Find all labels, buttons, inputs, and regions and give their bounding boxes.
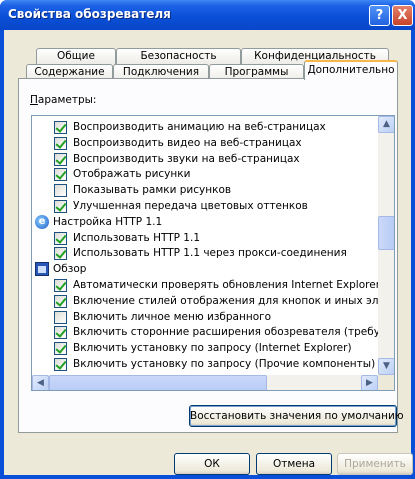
settings-option-label: Улучшенная передача цветовых оттенков	[73, 200, 308, 212]
vertical-scroll-thumb[interactable]	[378, 216, 394, 250]
restore-defaults-button[interactable]: Восстановить значения по умолчанию	[189, 405, 404, 427]
settings-option-label: Воспроизводить анимацию на веб-страницах	[73, 121, 326, 133]
settings-option-label: Включение стилей отображения для кнопок …	[73, 294, 395, 307]
settings-option-label: Использовать HTTP 1.1 через прокси-соеди…	[73, 247, 347, 260]
horizontal-scrollbar[interactable]: ◀ ▶	[32, 375, 378, 390]
settings-option-label: Включить установку по запросу (Прочие ко…	[73, 358, 376, 370]
browse-window-icon	[35, 262, 49, 277]
cancel-button[interactable]: Отмена	[256, 453, 332, 475]
scroll-up-button[interactable]: ▲	[378, 116, 394, 133]
horizontal-scroll-thumb[interactable]	[49, 375, 267, 390]
close-button[interactable]: X	[392, 5, 413, 26]
settings-option-label: Отображать рисунки	[73, 168, 191, 181]
checkbox-checked[interactable]	[54, 200, 67, 213]
scroll-down-button[interactable]: ▼	[378, 358, 394, 375]
scroll-left-button[interactable]: ◀	[32, 375, 49, 390]
settings-tree-list[interactable]: Воспроизводить анимацию на веб-страницах…	[31, 115, 395, 391]
settings-group-label: Обзор	[53, 263, 87, 276]
checkbox-checked[interactable]	[54, 358, 67, 371]
scrollbar-corner	[378, 375, 394, 390]
settings-option-label: Воспроизводить звуки на веб-страницах	[73, 152, 300, 165]
settings-option-label: Использовать HTTP 1.1	[73, 231, 200, 244]
checkbox-checked[interactable]	[54, 136, 67, 150]
vertical-scrollbar[interactable]: ▲ ▼	[378, 116, 394, 375]
checkbox-checked[interactable]	[54, 168, 67, 182]
internet-explorer-icon: e	[35, 214, 49, 229]
settings-option-label: Включить установку по запросу (Internet …	[73, 342, 352, 355]
internet-options-window: Свойства обозревателя ? X Общие Безопасн…	[0, 0, 415, 479]
scroll-right-button[interactable]: ▶	[361, 375, 378, 390]
checkbox-unchecked[interactable]	[54, 184, 67, 198]
checkbox-checked[interactable]	[54, 152, 67, 166]
checkbox-checked[interactable]	[54, 121, 67, 134]
apply-button[interactable]: Применить	[337, 453, 413, 475]
settings-group-label: Настройка HTTP 1.1	[53, 215, 163, 228]
ok-button[interactable]: ОК	[174, 453, 250, 475]
tab-advanced[interactable]: Дополнительно	[304, 60, 398, 80]
checkbox-checked[interactable]	[54, 342, 67, 356]
tab-general[interactable]: Общие	[36, 48, 116, 65]
help-button[interactable]: ?	[369, 5, 390, 26]
checkbox-checked[interactable]	[54, 247, 67, 261]
checkbox-unchecked[interactable]	[54, 310, 67, 324]
settings-option-label: Показывать рамки рисунков	[73, 184, 232, 197]
window-title: Свойства обозревателя	[8, 7, 171, 21]
settings-option-label: Включить личное меню избранного	[73, 310, 272, 323]
settings-option-label: Включить сторонние расширения обозревате…	[73, 326, 395, 339]
settings-option-label: Автоматически проверять обновления Inter…	[73, 279, 383, 291]
settings-label: Параметры:	[30, 94, 97, 106]
tab-security[interactable]: Безопасность	[116, 48, 241, 65]
checkbox-checked[interactable]	[54, 294, 67, 308]
checkbox-checked[interactable]	[54, 231, 67, 245]
window-frame-bottom	[0, 475, 415, 479]
checkbox-checked[interactable]	[54, 326, 67, 340]
settings-option-label: Воспроизводить видео на веб-страницах	[73, 136, 302, 149]
checkbox-checked[interactable]	[54, 279, 67, 292]
title-bar[interactable]: Свойства обозревателя ? X	[0, 0, 415, 30]
